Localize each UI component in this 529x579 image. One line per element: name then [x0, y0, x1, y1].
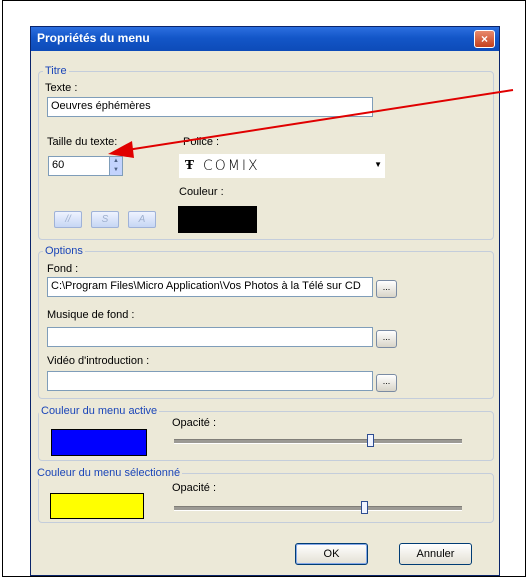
text-size-label: Taille du texte: [47, 136, 118, 148]
menu-properties-dialog: Propriétés du menu × Titre Texte : Oeuvr… [30, 26, 500, 576]
selected-opacity-label: Opacité : [172, 482, 217, 494]
selected-menu-legend: Couleur du menu sélectionné [35, 467, 183, 479]
active-color-swatch[interactable] [51, 429, 147, 456]
ok-button[interactable]: OK [295, 543, 368, 565]
active-opacity-label: Opacité : [172, 417, 217, 429]
spin-down-icon[interactable]: ▼ [110, 166, 122, 175]
options-group-legend: Options [43, 245, 85, 257]
text-field[interactable]: Oeuvres éphémères [47, 97, 373, 117]
font-type-icon: Ŧ [185, 158, 194, 172]
close-icon: × [480, 32, 488, 46]
italic-icon: // [65, 214, 71, 225]
font-value: COMIX [203, 158, 260, 174]
fond-browse-button[interactable]: ... [376, 280, 397, 298]
musique-field[interactable] [47, 327, 373, 347]
color-label: Couleur : [179, 186, 224, 198]
text-size-field[interactable]: 60 [48, 156, 110, 176]
selected-color-swatch[interactable] [50, 493, 144, 519]
video-field[interactable] [47, 371, 373, 391]
spin-up-icon[interactable]: ▲ [110, 157, 122, 166]
fond-label: Fond : [47, 263, 79, 275]
italic-button[interactable]: // [54, 211, 82, 228]
active-opacity-track[interactable] [174, 439, 462, 444]
selected-opacity-slider[interactable] [361, 501, 369, 514]
font-label: Police : [183, 136, 220, 148]
active-menu-legend: Couleur du menu active [39, 405, 160, 417]
close-button[interactable]: × [474, 30, 495, 48]
selected-opacity-track[interactable] [174, 506, 462, 511]
title-bar[interactable]: Propriétés du menu × [31, 27, 499, 51]
text-label: Texte : [45, 82, 78, 94]
title-color-swatch[interactable] [178, 206, 257, 233]
font-select[interactable]: Ŧ COMIX ▼ [179, 154, 385, 178]
titre-group-legend: Titre [43, 65, 69, 77]
musique-label: Musique de fond : [47, 309, 135, 321]
outline-button[interactable]: A [128, 211, 156, 228]
musique-browse-button[interactable]: ... [376, 330, 397, 348]
fond-field[interactable]: C:\Program Files\Micro Application\Vos P… [47, 277, 373, 297]
text-size-spinner[interactable]: ▲ ▼ [109, 156, 123, 176]
dropdown-arrow-icon[interactable]: ▼ [374, 160, 382, 169]
outline-icon: A [138, 214, 146, 225]
dialog-title: Propriétés du menu [37, 31, 150, 45]
video-label: Vidéo d'introduction : [47, 355, 150, 367]
cancel-button[interactable]: Annuler [399, 543, 472, 565]
shadow-button[interactable]: S [91, 211, 119, 228]
shadow-icon: S [101, 214, 109, 225]
active-opacity-slider[interactable] [366, 434, 374, 447]
video-browse-button[interactable]: ... [376, 374, 397, 392]
